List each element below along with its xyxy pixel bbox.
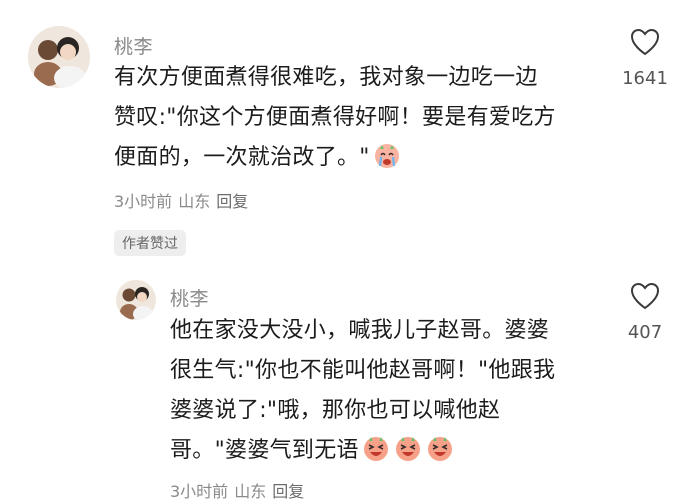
comment-location: 山东 [234,482,267,501]
comment-text: 有次方便面煮得很难吃，我对象一边吃一边 赞叹:"你这个方便面煮得好啊！要是有爱吃… [114,58,614,178]
comment-line: 很生气:"你也不能叫他赵哥啊！"他跟我 [170,358,556,383]
comment-line: 便面的，一次就治改了。" [114,138,614,178]
laughing-face-emoji [393,433,423,463]
comment-line: 赞叹:"你这个方便面煮得好啊！要是有爱吃方 [114,105,556,130]
comment-line: 他在家没大没小，喊我儿子赵哥。婆婆 [170,318,550,343]
laughing-face-emoji [361,433,391,463]
heart-icon [630,28,660,56]
comment-time: 3小时前 [114,192,173,211]
laughing-face-emoji [425,433,455,463]
comment-line: 有次方便面煮得很难吃，我对象一边吃一边 [114,65,538,90]
reply-button[interactable]: 回复 [272,482,304,501]
comment-line: 婆婆说了:"哦，那你也可以喊他赵 [170,398,501,423]
heart-icon [630,282,660,310]
comment-line: 哥。"婆婆气到无语 [170,431,620,471]
comment-text: 他在家没大没小，喊我儿子赵哥。婆婆 很生气:"你也不能叫他赵哥啊！"他跟我 婆婆… [170,311,620,471]
comment-line-text: 便面的，一次就治改了。" [114,145,370,170]
comment-username[interactable]: 桃李 [170,284,209,311]
avatar[interactable] [116,280,156,320]
reply-button[interactable]: 回复 [216,192,248,211]
author-liked-badge: 作者赞过 [114,230,186,256]
like-button[interactable]: 407 [610,282,680,343]
like-button[interactable]: 1641 [610,28,680,89]
avatar[interactable] [28,26,90,88]
comment-meta: 3小时前 山东 回复 [114,188,254,212]
comment-meta: 3小时前 山东 回复 [170,478,310,502]
crying-face-emoji [372,140,402,170]
like-count: 1641 [622,68,668,89]
comment-location: 山东 [178,192,211,211]
comment-username[interactable]: 桃李 [114,32,153,59]
comment-line-text: 哥。"婆婆气到无语 [170,438,359,463]
like-count: 407 [627,322,663,343]
comment-time: 3小时前 [170,482,229,501]
